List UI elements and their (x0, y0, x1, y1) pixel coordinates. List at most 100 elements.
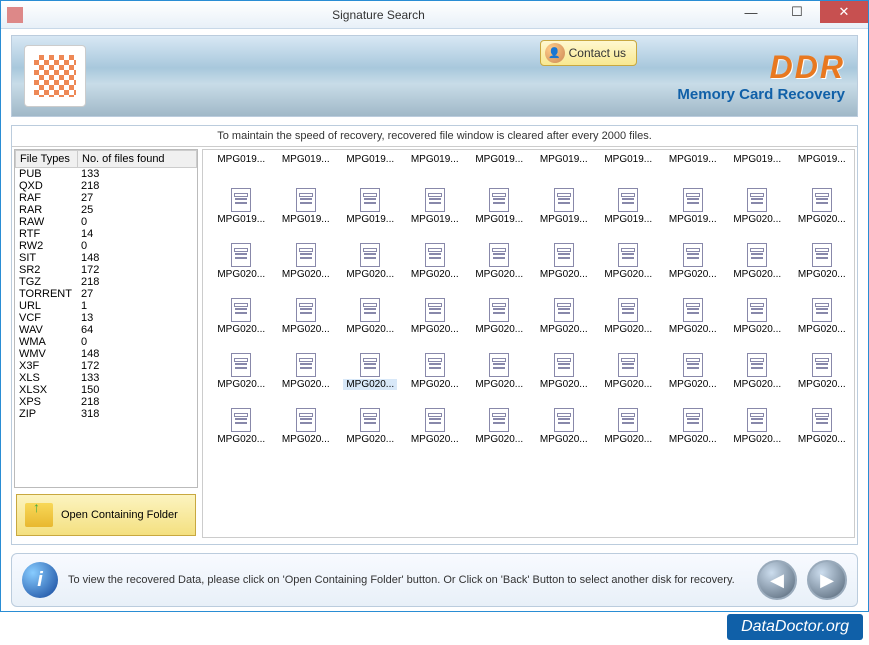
file-item[interactable]: MPG020... (467, 227, 532, 282)
file-item[interactable]: MPG019... (725, 154, 790, 172)
table-row[interactable]: RW20 (15, 240, 197, 252)
file-item[interactable]: MPG019... (338, 172, 403, 227)
table-row[interactable]: RAF27 (15, 192, 197, 204)
file-item[interactable]: MPG020... (725, 172, 790, 227)
file-item[interactable]: MPG020... (596, 282, 661, 337)
file-item[interactable]: MPG020... (661, 227, 726, 282)
file-item[interactable]: MPG020... (661, 392, 726, 447)
file-item[interactable]: MPG020... (790, 282, 855, 337)
table-row[interactable]: RTF14 (15, 228, 197, 240)
file-item[interactable]: MPG020... (790, 392, 855, 447)
table-row[interactable]: WMV148 (15, 348, 197, 360)
app-logo (24, 45, 86, 107)
file-item[interactable]: MPG020... (725, 282, 790, 337)
file-item[interactable]: MPG019... (661, 154, 726, 172)
file-item[interactable]: MPG020... (274, 282, 339, 337)
file-item[interactable]: MPG020... (790, 172, 855, 227)
table-row[interactable]: WMA0 (15, 336, 197, 348)
table-row[interactable]: XPS218 (15, 396, 197, 408)
table-row[interactable]: TORRENT27 (15, 288, 197, 300)
file-item[interactable]: MPG020... (596, 227, 661, 282)
file-item[interactable]: MPG020... (467, 337, 532, 392)
file-item[interactable]: MPG020... (403, 282, 468, 337)
file-item[interactable]: MPG019... (596, 154, 661, 172)
file-item[interactable]: MPG019... (467, 154, 532, 172)
file-item[interactable]: MPG020... (209, 282, 274, 337)
app-icon (7, 7, 23, 23)
file-item[interactable]: MPG019... (338, 154, 403, 172)
file-item[interactable]: MPG020... (338, 282, 403, 337)
table-row[interactable]: X3F172 (15, 360, 197, 372)
open-containing-folder-button[interactable]: Open Containing Folder (16, 494, 196, 536)
file-item[interactable]: MPG019... (403, 172, 468, 227)
file-item[interactable]: MPG020... (274, 337, 339, 392)
back-button[interactable]: ◀ (757, 560, 797, 600)
file-grid-scroll[interactable]: MPG019...MPG019...MPG019...MPG019...MPG0… (202, 149, 855, 538)
file-item[interactable]: MPG020... (209, 392, 274, 447)
file-item[interactable]: MPG019... (403, 154, 468, 172)
table-row[interactable]: ZIP318 (15, 408, 197, 420)
table-row[interactable]: RAW0 (15, 216, 197, 228)
file-item[interactable]: MPG020... (596, 337, 661, 392)
table-row[interactable]: WAV64 (15, 324, 197, 336)
file-icon (296, 188, 316, 212)
file-item[interactable]: MPG019... (274, 154, 339, 172)
file-item[interactable]: MPG020... (661, 337, 726, 392)
file-item[interactable]: MPG019... (661, 172, 726, 227)
file-item[interactable]: MPG020... (661, 282, 726, 337)
file-item[interactable]: MPG020... (403, 227, 468, 282)
file-item[interactable]: MPG020... (338, 337, 403, 392)
file-item[interactable]: MPG020... (532, 392, 597, 447)
contact-us-button[interactable]: 👤 Contact us (540, 40, 637, 66)
table-row[interactable]: TGZ218 (15, 276, 197, 288)
col-files-found[interactable]: No. of files found (78, 151, 197, 168)
col-file-types[interactable]: File Types (16, 151, 78, 168)
file-item[interactable]: MPG020... (274, 227, 339, 282)
file-item[interactable]: MPG019... (209, 154, 274, 172)
file-item[interactable]: MPG020... (790, 227, 855, 282)
file-item[interactable]: MPG019... (209, 172, 274, 227)
minimize-button[interactable]: — (728, 1, 774, 23)
table-row[interactable]: SIT148 (15, 252, 197, 264)
file-item[interactable]: MPG020... (596, 392, 661, 447)
file-item[interactable]: MPG020... (790, 337, 855, 392)
file-item[interactable]: MPG020... (532, 282, 597, 337)
file-item[interactable]: MPG019... (596, 172, 661, 227)
file-item[interactable]: MPG020... (467, 392, 532, 447)
file-item[interactable]: MPG019... (467, 172, 532, 227)
forward-button[interactable]: ▶ (807, 560, 847, 600)
table-row[interactable]: XLSX150 (15, 384, 197, 396)
file-item[interactable]: MPG020... (209, 337, 274, 392)
file-item[interactable]: MPG020... (725, 392, 790, 447)
file-item[interactable]: MPG020... (467, 282, 532, 337)
file-item[interactable]: MPG020... (403, 337, 468, 392)
file-item[interactable]: MPG020... (725, 337, 790, 392)
table-row[interactable]: QXD218 (15, 180, 197, 192)
table-row[interactable]: RAR25 (15, 204, 197, 216)
table-row[interactable]: PUB133 (15, 168, 197, 180)
file-item[interactable]: MPG020... (403, 392, 468, 447)
file-item[interactable]: MPG019... (532, 154, 597, 172)
file-item[interactable]: MPG020... (725, 227, 790, 282)
file-item[interactable]: MPG020... (209, 227, 274, 282)
table-row[interactable]: VCF13 (15, 312, 197, 324)
file-item[interactable]: MPG020... (274, 392, 339, 447)
table-row[interactable]: SR2172 (15, 264, 197, 276)
file-item[interactable]: MPG019... (790, 154, 855, 172)
file-item[interactable]: MPG020... (532, 227, 597, 282)
file-item[interactable]: MPG019... (532, 172, 597, 227)
close-button[interactable]: ✕ (820, 1, 868, 23)
file-icon (683, 353, 703, 377)
maximize-button[interactable]: ☐ (774, 1, 820, 23)
file-item[interactable]: MPG020... (532, 337, 597, 392)
table-scroll[interactable]: PUB133QXD218RAF27RAR25RAW0RTF14RW20SIT14… (15, 168, 197, 461)
file-item[interactable]: MPG020... (338, 227, 403, 282)
table-row[interactable]: XLS133 (15, 372, 197, 384)
contact-avatar-icon: 👤 (545, 43, 565, 63)
file-icon (618, 408, 638, 432)
ddr-logo: DDR (677, 49, 845, 86)
file-icon (296, 353, 316, 377)
file-item[interactable]: MPG019... (274, 172, 339, 227)
table-row[interactable]: URL1 (15, 300, 197, 312)
file-item[interactable]: MPG020... (338, 392, 403, 447)
